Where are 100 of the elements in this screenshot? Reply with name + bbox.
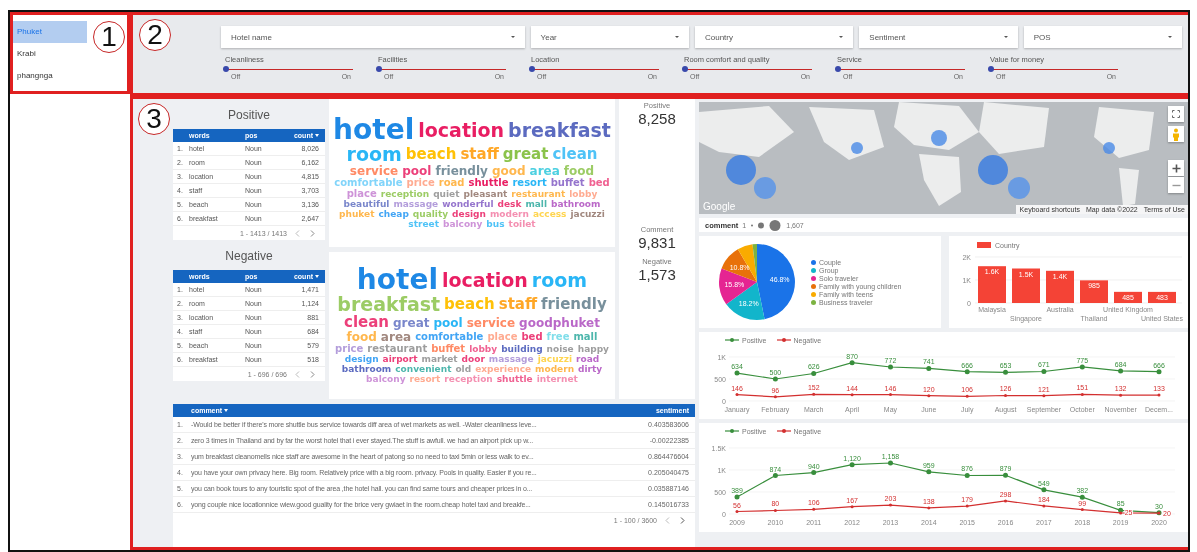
cloud-word: buffet xyxy=(550,178,585,189)
fullscreen-button[interactable] xyxy=(1168,106,1184,122)
cloud-word: lobby xyxy=(569,189,598,199)
cloud-word: desk xyxy=(497,200,522,210)
cloud-word: building xyxy=(501,344,543,354)
map-logo: Google xyxy=(703,201,736,212)
slider-thumb[interactable] xyxy=(223,66,229,72)
cloud-word: room xyxy=(531,270,588,290)
cloud-word: location xyxy=(418,120,505,140)
caret-icon xyxy=(674,36,679,38)
cloud-word: room xyxy=(346,145,402,165)
cloud-word: wonderful xyxy=(442,200,494,210)
cloud-word: street xyxy=(408,220,439,230)
table-title: Positive xyxy=(227,107,271,124)
dropdown[interactable]: Hotel name xyxy=(221,26,525,48)
cloud-word: hotel xyxy=(356,266,438,295)
slider-thumb[interactable] xyxy=(376,66,382,72)
cloud-word: pool xyxy=(402,165,432,178)
cloud-word: cheap xyxy=(378,210,409,220)
cloud-word: bathroom xyxy=(341,365,392,375)
cloud-word: shuttle xyxy=(468,178,509,189)
caret-icon xyxy=(510,36,515,38)
cloud-word: resort xyxy=(409,375,441,385)
chevron-left-icon xyxy=(295,370,300,378)
slider-thumb[interactable] xyxy=(529,66,535,72)
slider-thumb[interactable] xyxy=(988,66,994,72)
cloud-word: comfortable xyxy=(334,178,403,189)
table-title: Negative xyxy=(224,248,274,265)
cloud-word: pool xyxy=(433,316,463,329)
sort-icon xyxy=(315,275,319,278)
cloud-word: good xyxy=(491,165,526,178)
cloud-word: door xyxy=(461,355,485,365)
cloud-word: convenient xyxy=(395,365,452,375)
cloud-word: dirty xyxy=(578,365,603,375)
person-icon xyxy=(1172,127,1180,141)
cloud-word: pleasant xyxy=(463,189,508,199)
cloud-word: toilet xyxy=(508,220,536,230)
cloud-word: staff xyxy=(460,147,499,163)
cloud-word: design xyxy=(452,210,486,220)
cloud-word: happy xyxy=(577,344,609,354)
slider-track[interactable] xyxy=(225,66,353,73)
slider-thumb[interactable] xyxy=(835,66,841,72)
cloud-word: bus xyxy=(486,220,505,230)
cloud-word: market xyxy=(421,355,458,365)
cloud-word: beach xyxy=(444,297,495,313)
dropdown[interactable]: Country xyxy=(694,26,854,48)
slider-track[interactable] xyxy=(837,66,965,73)
cloud-word: quality xyxy=(412,210,449,220)
cloud-word: restaurant xyxy=(367,344,428,355)
cloud-word: noise xyxy=(546,344,574,354)
cloud-word: internet xyxy=(536,375,578,385)
slider-track[interactable] xyxy=(684,66,812,73)
cloud-word: design xyxy=(344,355,379,365)
cloud-word: reception xyxy=(444,375,493,385)
chevron-left-icon xyxy=(295,229,300,237)
bar xyxy=(978,266,1006,303)
cloud-word: bed xyxy=(521,332,543,343)
sort-icon xyxy=(224,409,229,412)
zoom-in-button[interactable] xyxy=(1168,160,1184,176)
chevron-right-icon xyxy=(310,370,315,378)
plus-icon xyxy=(1171,163,1181,173)
cloud-word: place xyxy=(487,332,518,343)
cloud-word: old xyxy=(455,365,472,375)
cloud-word: access xyxy=(532,210,567,220)
sidebar-item[interactable]: Krabi xyxy=(13,43,87,65)
slider-track[interactable] xyxy=(990,66,1118,73)
bar xyxy=(1148,291,1176,303)
callout-number: 3 xyxy=(138,103,170,135)
cloud-word: quiet xyxy=(433,189,460,199)
cloud-word: beach xyxy=(405,147,457,163)
cloud-word: service xyxy=(349,165,399,178)
slider-track[interactable] xyxy=(378,66,506,73)
cloud-word: restaurant xyxy=(511,189,566,199)
bar xyxy=(1012,268,1040,303)
cloud-word: balcony xyxy=(366,375,406,385)
cloud-word: friendly xyxy=(435,165,488,178)
cloud-word: bed xyxy=(588,178,610,189)
cloud-word: comfortable xyxy=(415,332,484,343)
cloud-word: goodphuket xyxy=(519,316,600,329)
chevron-right-icon xyxy=(680,516,685,524)
cloud-word: beautiful xyxy=(343,200,390,210)
minus-icon xyxy=(1171,183,1181,187)
cloud-word: great xyxy=(502,147,549,163)
dropdown[interactable]: POS xyxy=(1023,26,1182,48)
cloud-word: area xyxy=(529,165,560,178)
sidebar-item[interactable]: phangnga xyxy=(13,65,87,87)
slider-thumb[interactable] xyxy=(682,66,688,72)
dropdown[interactable]: Year xyxy=(530,26,689,48)
slider-track[interactable] xyxy=(531,66,659,73)
callout-number: 2 xyxy=(139,19,171,51)
cloud-word: jacuzzi xyxy=(570,210,605,220)
cloud-word: location xyxy=(442,270,528,290)
cloud-word: massage xyxy=(393,200,439,210)
caret-icon xyxy=(1003,36,1008,38)
cloud-word: free xyxy=(546,332,570,343)
cloud-word: mall xyxy=(525,200,547,210)
cloud-word: balcony xyxy=(442,220,483,230)
dropdown[interactable]: Sentiment xyxy=(859,26,1018,48)
cloud-word: place xyxy=(346,189,377,200)
cloud-word: price xyxy=(406,178,435,189)
